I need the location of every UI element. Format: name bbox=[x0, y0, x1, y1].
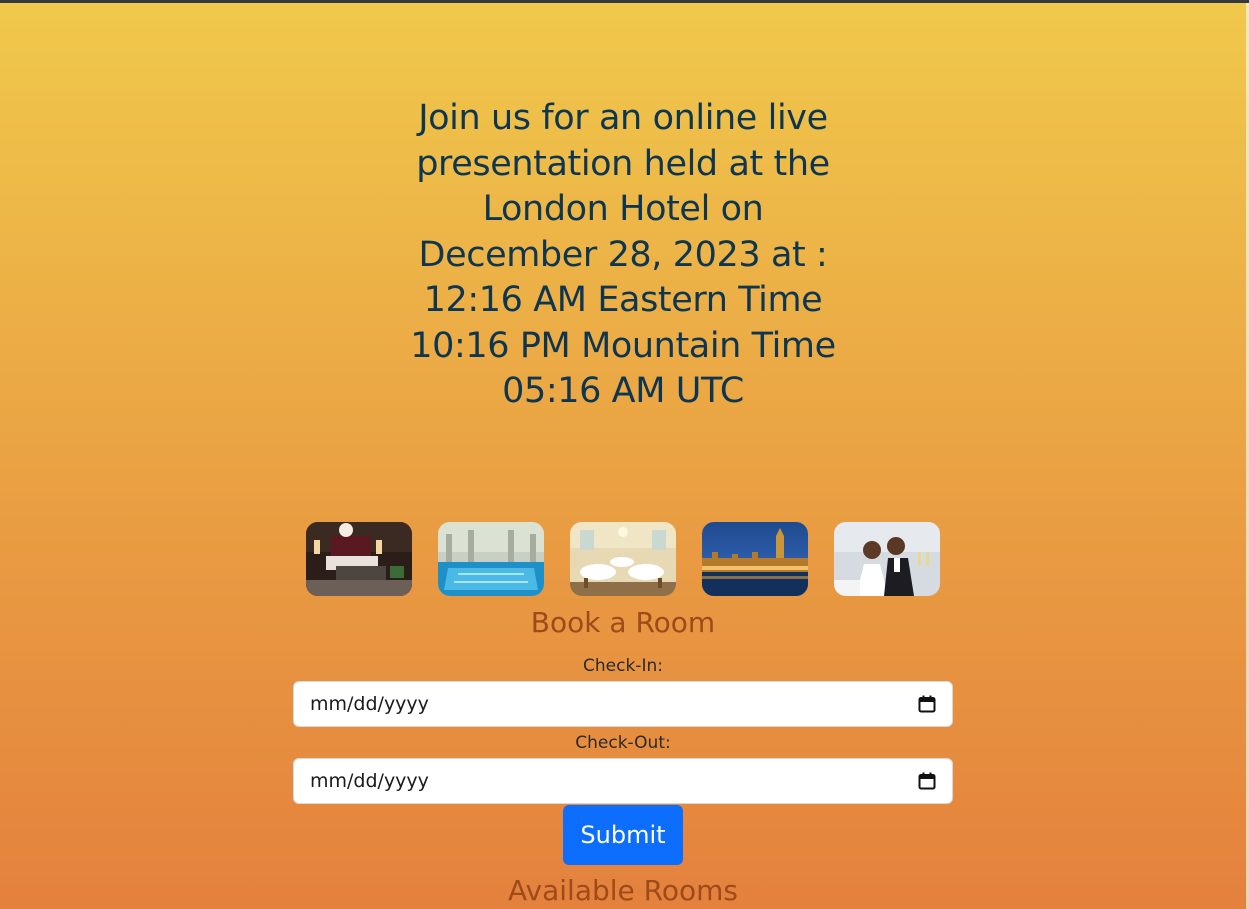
announcement-line: London Hotel on bbox=[482, 189, 764, 229]
event-announcement: Join us for an online live presentation … bbox=[395, 96, 851, 415]
dining-room-photo[interactable] bbox=[570, 522, 676, 596]
photo-gallery bbox=[306, 522, 940, 596]
top-bar bbox=[0, 0, 1249, 3]
wedding-couple-photo[interactable] bbox=[834, 522, 940, 596]
announcement-date: December 28, 2023 at : bbox=[418, 234, 828, 275]
available-rooms-heading: Available Rooms bbox=[508, 874, 738, 907]
hotel-bedroom-photo[interactable] bbox=[306, 522, 412, 596]
calendar-icon[interactable] bbox=[918, 772, 936, 790]
london-parliament-night-photo[interactable] bbox=[702, 522, 808, 596]
check-out-placeholder: mm/dd/yyyy bbox=[310, 770, 429, 792]
check-in-date-input[interactable]: mm/dd/yyyy bbox=[293, 681, 953, 727]
check-in-label: Check-In: bbox=[583, 656, 663, 676]
check-out-label: Check-Out: bbox=[575, 733, 671, 753]
announcement-line: presentation held at the bbox=[416, 143, 830, 184]
indoor-pool-photo[interactable] bbox=[438, 522, 544, 596]
announcement-line: Join us for an online live bbox=[418, 98, 828, 138]
announcement-time-mountain: 10:16 PM Mountain Time bbox=[410, 325, 836, 366]
announcement-time-utc: 05:16 AM UTC bbox=[502, 371, 744, 411]
submit-button[interactable]: Submit bbox=[563, 805, 683, 865]
announcement-time-eastern: 12:16 AM Eastern Time bbox=[423, 280, 823, 320]
check-out-date-input[interactable]: mm/dd/yyyy bbox=[293, 758, 953, 804]
calendar-icon[interactable] bbox=[918, 695, 936, 713]
book-room-heading: Book a Room bbox=[530, 606, 716, 639]
check-in-placeholder: mm/dd/yyyy bbox=[310, 693, 429, 715]
